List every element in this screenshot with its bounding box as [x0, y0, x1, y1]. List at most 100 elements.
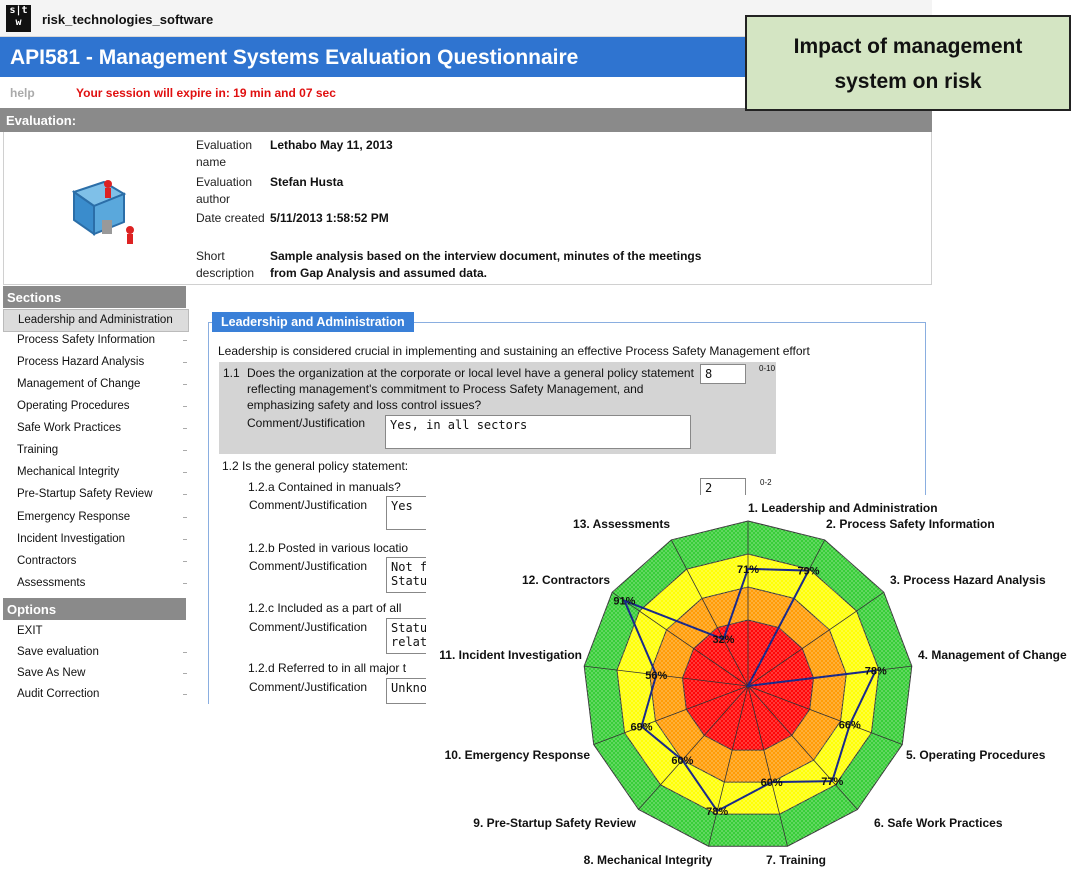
sidebar-item-label: Training — [17, 444, 59, 456]
callout-line-2: system on risk — [834, 70, 982, 93]
radar-category-label: 4. Management of Change — [918, 648, 1067, 662]
sidebar-item-label: Safe Work Practices — [17, 422, 121, 434]
eval-author-label: Evaluation author — [196, 175, 253, 206]
sidebar-item-label: Management of Change — [17, 378, 141, 390]
eval-date-value: 5/11/2013 1:58:52 PM — [270, 211, 389, 225]
radar-category-label: 11. Incident Investigation — [439, 648, 582, 662]
question-1-1: 1.1 Does the organization at the corpora… — [219, 362, 776, 454]
sidebar-item-incident-investigation[interactable]: Incident Investigation — [3, 529, 187, 550]
radar-category-label: 10. Emergency Response — [445, 748, 591, 762]
option-save-evaluation[interactable]: Save evaluation — [3, 642, 187, 663]
score-range: 0-2 — [760, 478, 772, 487]
sidebar-item-label: Contractors — [17, 555, 77, 567]
radar-category-label: 5. Operating Procedures — [906, 748, 1046, 762]
help-link[interactable]: help — [10, 86, 35, 100]
company-logo: s|t w — [6, 5, 31, 32]
sidebar-item-emergency-response[interactable]: Emergency Response — [3, 507, 187, 528]
radar-data-label: 78% — [865, 665, 887, 677]
comment-label: Comment/Justification — [249, 498, 368, 512]
logo-line-1: s|t — [9, 5, 28, 16]
tab-leadership[interactable]: Leadership and Administration — [212, 312, 414, 332]
option-exit[interactable]: EXIT — [3, 621, 187, 642]
sections-header-label: Sections — [7, 290, 62, 305]
sidebar-item-management-of-change[interactable]: Management of Change — [3, 374, 187, 395]
question-1-2-b: 1.2.b Posted in various locatio — [248, 541, 409, 555]
radar-category-label: 1. Leadership and Administration — [748, 501, 938, 515]
radar-category-label: 6. Safe Work Practices — [874, 816, 1003, 830]
sidebar-item-assessments[interactable]: Assessments — [3, 573, 187, 594]
option-label: Save evaluation — [17, 646, 99, 658]
sidebar-item-leadership[interactable]: Leadership and Administration — [3, 309, 189, 332]
sidebar-item-label: Incident Investigation — [17, 533, 126, 545]
radar-category-label: 13. Assessments — [573, 517, 670, 531]
comment-label: Comment/Justification — [249, 680, 368, 694]
sidebar-item-label: Pre-Startup Safety Review — [17, 488, 153, 500]
radar-chart: 71% 79% 78% 66% 77% 60% 78% 60% 69% 56% 91% 32% 1. L… — [426, 495, 1082, 876]
sidebar-item-mechanical-integrity[interactable]: Mechanical Integrity — [3, 462, 187, 483]
option-save-as-new[interactable]: Save As New — [3, 663, 187, 684]
sidebar-item-training[interactable]: Training — [3, 440, 187, 461]
radar-data-label: 60% — [761, 777, 783, 789]
radar-data-label: 66% — [839, 720, 861, 732]
option-label: Save As New — [17, 667, 86, 679]
comment-label: Comment/Justification — [247, 416, 366, 430]
option-audit-correction[interactable]: Audit Correction — [3, 684, 187, 704]
eval-desc-label: Short description — [196, 249, 255, 280]
options-header-label: Options — [7, 602, 57, 617]
logo-line-2: w — [15, 17, 22, 28]
sidebar-item-label: Assessments — [17, 577, 86, 589]
radar-data-label: 91% — [613, 596, 635, 608]
eval-desc-value: Sample analysis based on the interview d… — [270, 249, 702, 280]
option-label: EXIT — [17, 625, 43, 637]
comment-label: Comment/Justification — [249, 559, 368, 573]
sidebar-item-process-hazard-analysis[interactable]: Process Hazard Analysis — [3, 352, 187, 373]
eval-date-label: Date created — [196, 211, 265, 225]
evaluation-panel: Evaluation name Lethabo May 11, 2013 Eva… — [3, 132, 932, 285]
radar-data-label: 77% — [821, 776, 843, 788]
radar-category-label: 9. Pre-Startup Safety Review — [473, 816, 636, 830]
page-title: API581 - Management Systems Evaluation Q… — [10, 46, 579, 69]
radar-data-label: 60% — [671, 755, 693, 767]
radar-data-label: 69% — [631, 721, 653, 733]
sidebar-item-label: Process Hazard Analysis — [17, 356, 145, 368]
sidebar-item-label: Leadership and Administration — [18, 314, 173, 326]
sidebar-item-label: Operating Procedures — [17, 400, 130, 412]
option-label: Audit Correction — [17, 688, 100, 700]
evaluation-header: Evaluation: — [0, 108, 932, 132]
comment-label: Comment/Justification — [249, 620, 368, 634]
sidebar-item-label: Process Safety Information — [17, 334, 156, 346]
sidebar-item-process-safety-info[interactable]: Process Safety Information — [3, 330, 187, 351]
radar-data-label: 56% — [645, 670, 667, 682]
radar-category-label: 3. Process Hazard Analysis — [890, 573, 1046, 587]
radar-category-label: 12. Contractors — [522, 573, 610, 587]
options-header: Options — [3, 598, 186, 620]
eval-author-value: Stefan Husta — [270, 175, 344, 189]
sidebar-item-contractors[interactable]: Contractors — [3, 551, 187, 572]
radar-data-label: 79% — [798, 566, 820, 578]
sidebar-item-label: Mechanical Integrity — [17, 466, 120, 478]
score-range: 0-10 — [759, 364, 776, 373]
eval-name-label: Evaluation name — [196, 138, 253, 169]
radar-data-label: 78% — [706, 806, 728, 818]
question-text: Does the organization at the corporate o… — [247, 366, 694, 412]
score-input[interactable]: 8 — [700, 364, 746, 384]
evaluation-header-label: Evaluation: — [6, 113, 77, 128]
sidebar-item-safe-work-practices[interactable]: Safe Work Practices — [3, 418, 187, 439]
question-number: 1.1 — [223, 366, 240, 380]
sidebar-item-pre-startup-review[interactable]: Pre-Startup Safety Review — [3, 484, 187, 505]
radar-chart-svg: 71% 79% 78% 66% 77% 60% 78% 60% 69% 56% 91% 32% 1. L… — [439, 501, 1067, 867]
eval-name-value: Lethabo May 11, 2013 — [270, 138, 393, 152]
company-name: risk_technologies_software — [42, 12, 214, 27]
radar-data-label: 71% — [737, 564, 759, 576]
question-1-2-a: 1.2.a Contained in manuals? — [248, 480, 401, 494]
callout-box: Impact of management system on risk — [745, 15, 1071, 111]
question-1-2-c: 1.2.c Included as a part of all — [248, 601, 402, 615]
callout-line-1: Impact of management — [793, 35, 1023, 58]
sidebar-item-operating-procedures[interactable]: Operating Procedures — [3, 396, 187, 417]
question-1-2: 1.2 Is the general policy statement: — [222, 459, 409, 473]
comment-textarea[interactable]: Yes, in all sectors — [385, 415, 691, 449]
evaluation-icon — [71, 180, 134, 244]
sidebar-item-label: Emergency Response — [17, 511, 131, 523]
radar-category-label: 8. Mechanical Integrity — [584, 853, 713, 867]
session-timer: Your session will expire in: 19 min and … — [76, 86, 336, 100]
